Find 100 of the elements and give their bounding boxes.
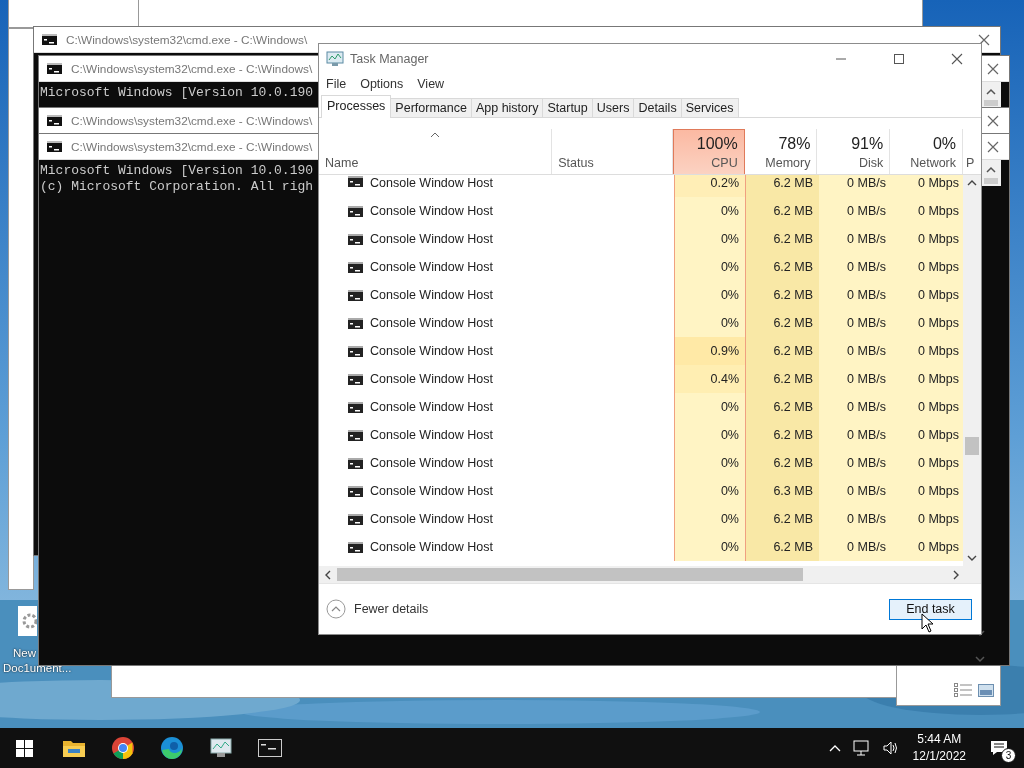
table-cell: 0 MB/s bbox=[819, 533, 892, 561]
column-header[interactable]: 91% Disk bbox=[817, 129, 891, 174]
table-cell: 0% bbox=[674, 505, 746, 533]
process-name[interactable]: Console Window Host bbox=[370, 260, 493, 274]
close-icon[interactable] bbox=[987, 114, 999, 127]
column-header[interactable]: Name bbox=[319, 129, 553, 174]
table-cell: 0 MB/s bbox=[819, 477, 892, 505]
close-icon[interactable] bbox=[978, 33, 990, 46]
table-cell: 0 MB/s bbox=[819, 197, 892, 225]
tab[interactable]: Users bbox=[591, 98, 635, 117]
process-name[interactable]: Console Window Host bbox=[370, 232, 493, 246]
column-header[interactable]: P bbox=[963, 129, 981, 174]
column-header[interactable]: 100% CPU bbox=[672, 129, 745, 174]
table-cell: 0% bbox=[674, 393, 746, 421]
close-icon[interactable] bbox=[987, 62, 999, 75]
process-name[interactable]: Console Window Host bbox=[370, 540, 493, 554]
column-header[interactable]: 0% Network bbox=[890, 129, 964, 174]
table-cell: 6.2 MB bbox=[746, 281, 819, 309]
browser-icon[interactable] bbox=[159, 736, 184, 760]
table-cell: 6.2 MB bbox=[746, 365, 819, 393]
process-name[interactable]: Console Window Host bbox=[370, 288, 493, 302]
console-icon[interactable] bbox=[257, 739, 282, 757]
windows-logo-icon[interactable] bbox=[16, 739, 33, 757]
network-icon[interactable] bbox=[852, 740, 871, 756]
console-icon bbox=[348, 457, 363, 469]
process-name[interactable]: Console Window Host bbox=[370, 400, 493, 414]
fewer-details-label[interactable]: Fewer details bbox=[354, 602, 429, 616]
gear-icon[interactable] bbox=[18, 606, 37, 636]
console-icon bbox=[348, 289, 363, 301]
process-name[interactable]: Console Window Host bbox=[370, 512, 493, 526]
table-cell: 0 MB/s bbox=[819, 449, 892, 477]
column-header[interactable]: Status bbox=[552, 129, 673, 174]
table-cell: 6.2 MB bbox=[746, 337, 819, 365]
tab[interactable]: Services bbox=[680, 98, 739, 117]
process-name[interactable]: Console Window Host bbox=[370, 372, 493, 386]
column-label: Status bbox=[557, 156, 594, 170]
scroll-bar[interactable] bbox=[319, 566, 981, 583]
table-cell: 0% bbox=[674, 253, 746, 281]
process-name[interactable]: Console Window Host bbox=[370, 316, 493, 330]
console-icon bbox=[348, 513, 363, 525]
table-cell: 0% bbox=[674, 197, 746, 225]
scroll-down-icon[interactable] bbox=[974, 655, 986, 663]
tab[interactable]: Startup bbox=[542, 98, 593, 117]
process-name[interactable]: Console Window Host bbox=[370, 344, 493, 358]
menu-item[interactable]: File bbox=[326, 77, 347, 91]
details-view-icon[interactable] bbox=[954, 683, 972, 697]
column-label: Disk bbox=[858, 156, 884, 170]
table-cell: 0 Mbps bbox=[892, 477, 963, 505]
notification-badge: 3 bbox=[1001, 748, 1016, 763]
close-icon[interactable] bbox=[987, 140, 999, 153]
tab[interactable]: Details bbox=[633, 98, 682, 117]
close-icon[interactable] bbox=[951, 52, 963, 65]
table-cell: 0 MB/s bbox=[819, 281, 892, 309]
table-cell: 6.2 MB bbox=[746, 421, 819, 449]
browser-icon[interactable] bbox=[110, 736, 135, 760]
process-name[interactable]: Console Window Host bbox=[370, 176, 493, 190]
usage-percent: 78% bbox=[778, 135, 811, 153]
tab[interactable]: App history bbox=[470, 98, 544, 117]
scroll-bar[interactable] bbox=[963, 175, 981, 566]
volume-icon[interactable] bbox=[882, 740, 899, 756]
console-text: Microsoft Windows [Version 10.0.190 bbox=[40, 85, 314, 101]
tab[interactable]: Performance bbox=[390, 98, 472, 117]
usage-percent: 91% bbox=[851, 135, 884, 153]
monitor-icon[interactable] bbox=[208, 737, 233, 759]
menu-item[interactable]: View bbox=[417, 77, 445, 91]
process-name[interactable]: Console Window Host bbox=[370, 456, 493, 470]
window-title: Task Manager bbox=[350, 51, 429, 66]
scroll-bar[interactable] bbox=[981, 82, 1001, 108]
clock-time[interactable]: 5:44 AM bbox=[917, 731, 962, 748]
table-cell: 0.9% bbox=[674, 337, 746, 365]
table-cell: 6.2 MB bbox=[746, 533, 819, 561]
icon-label[interactable]: New Doc1ument... bbox=[0, 646, 72, 676]
table-cell: 0 MB/s bbox=[819, 309, 892, 337]
maximize-icon[interactable] bbox=[893, 52, 905, 65]
process-name[interactable]: Console Window Host bbox=[370, 204, 493, 218]
thumbnail-view-icon[interactable] bbox=[978, 684, 994, 697]
clock-date[interactable]: 12/1/2022 bbox=[912, 748, 966, 765]
process-name[interactable]: Console Window Host bbox=[370, 428, 493, 442]
menu-item[interactable]: Options bbox=[360, 77, 404, 91]
table-cell: 0 Mbps bbox=[892, 449, 963, 477]
table-cell: 6.2 MB bbox=[746, 505, 819, 533]
notification-icon[interactable] bbox=[990, 740, 1008, 756]
column-header[interactable]: 78% Memory bbox=[744, 129, 818, 174]
folder-icon[interactable] bbox=[61, 738, 86, 758]
console-icon bbox=[348, 429, 363, 441]
table-cell: 0 MB/s bbox=[819, 421, 892, 449]
scroll-bar[interactable] bbox=[981, 160, 1001, 186]
table-cell: 0% bbox=[674, 449, 746, 477]
usage-percent: 100% bbox=[696, 135, 738, 153]
table-cell: 6.2 MB bbox=[746, 175, 819, 197]
table-cell: 0 MB/s bbox=[819, 505, 892, 533]
console-icon bbox=[348, 233, 363, 245]
console-icon bbox=[348, 541, 363, 553]
table-cell: 0 Mbps bbox=[892, 253, 963, 281]
process-name[interactable]: Console Window Host bbox=[370, 484, 493, 498]
table-cell: 0 Mbps bbox=[892, 309, 963, 337]
console-icon bbox=[348, 205, 363, 217]
end-task-button[interactable]: End task bbox=[889, 598, 972, 620]
sort-caret-icon[interactable] bbox=[430, 132, 441, 138]
tab[interactable]: Processes bbox=[321, 95, 392, 118]
